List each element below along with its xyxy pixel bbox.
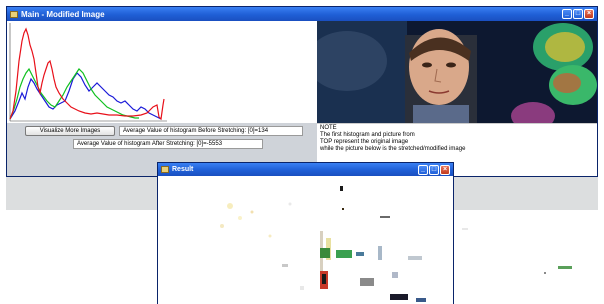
minimize-icon[interactable]: _ bbox=[418, 164, 428, 175]
avg-after-stretching-label: Average Value of histogram After Stretch… bbox=[73, 139, 263, 149]
background-image-fragments bbox=[454, 210, 604, 304]
modified-image-panel bbox=[160, 176, 451, 304]
result-titlebar[interactable]: Result _ □ × bbox=[158, 163, 453, 176]
visualize-more-images-button[interactable]: Visualize More Images bbox=[25, 126, 115, 136]
histogram-panel bbox=[7, 21, 317, 123]
maximize-icon[interactable]: □ bbox=[573, 9, 583, 19]
avg-before-stretching-label: Average Value of histogram Before Stretc… bbox=[119, 126, 303, 136]
note-heading: NOTE bbox=[320, 125, 337, 131]
background-image-fragments-svg bbox=[462, 228, 572, 274]
maximize-icon[interactable]: □ bbox=[429, 164, 439, 175]
result-window: Result _ □ × bbox=[157, 162, 454, 304]
java-app-icon bbox=[10, 10, 18, 18]
close-icon[interactable]: × bbox=[584, 9, 594, 19]
original-image-panel bbox=[317, 21, 597, 123]
histogram-series-green bbox=[9, 67, 139, 120]
note-line-2: TOP represent the original image bbox=[320, 139, 409, 145]
desktop: Main - Modified Image _ □ × Visualize Mo… bbox=[0, 0, 604, 304]
histogram-series-red bbox=[9, 27, 165, 121]
original-image bbox=[317, 21, 597, 123]
modified-image bbox=[160, 176, 451, 304]
main-content: Visualize More Images Average Value of h… bbox=[7, 21, 597, 176]
close-icon[interactable]: × bbox=[440, 164, 450, 175]
result-window-title: Result bbox=[172, 166, 194, 173]
histogram-series-blue bbox=[9, 72, 162, 120]
main-window: Main - Modified Image _ □ × Visualize Mo… bbox=[6, 6, 598, 177]
main-titlebar[interactable]: Main - Modified Image _ □ × bbox=[7, 7, 597, 21]
note-line-3: while the picture below is the stretched… bbox=[320, 146, 466, 152]
java-app-icon bbox=[161, 166, 169, 173]
histogram-chart bbox=[9, 23, 167, 122]
note-line-1: The first histogram and picture from bbox=[320, 132, 415, 138]
minimize-icon[interactable]: _ bbox=[562, 9, 572, 19]
main-window-title: Main - Modified Image bbox=[21, 9, 105, 19]
